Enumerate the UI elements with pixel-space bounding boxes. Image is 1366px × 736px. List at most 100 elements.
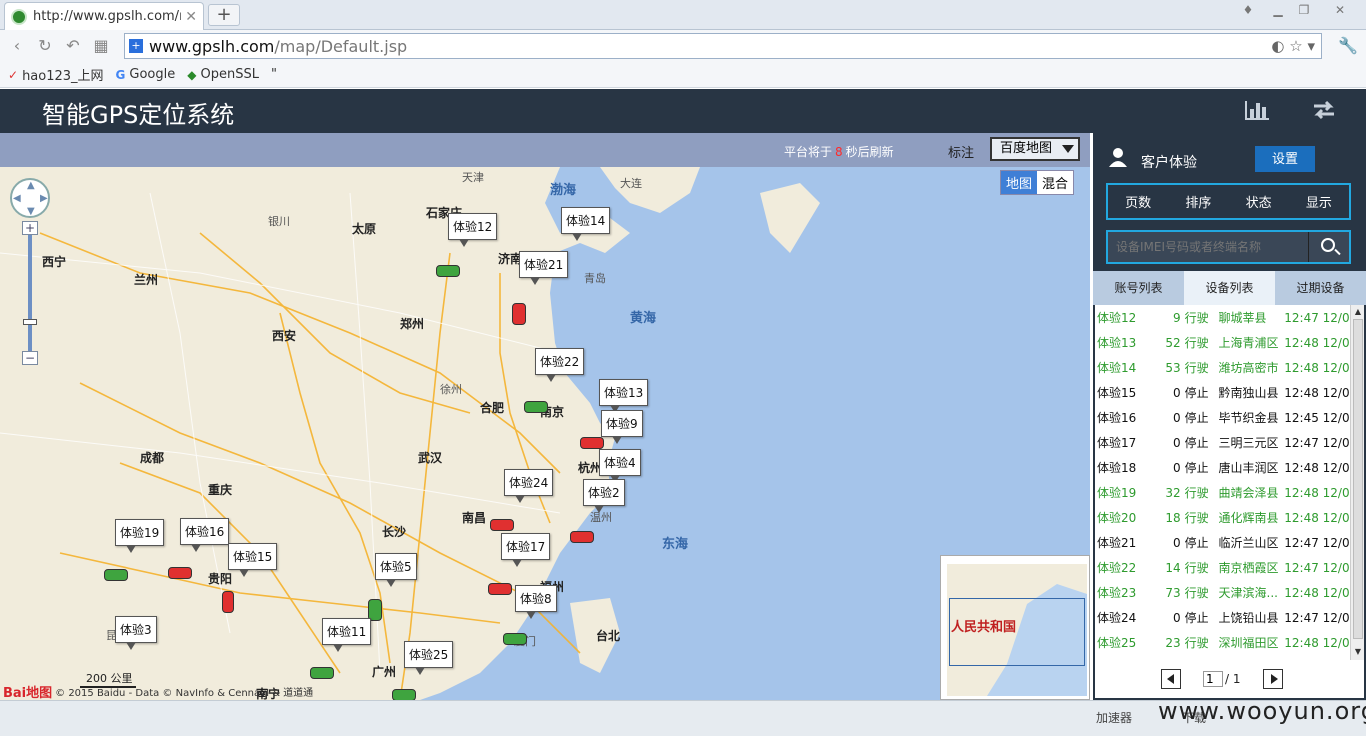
address-bar[interactable]: + www.gpslh.com /map/Default.jsp ◐ ☆ ▾ — [124, 33, 1322, 59]
vehicle-callout[interactable]: 体验25 — [404, 641, 454, 675]
vehicle-callout[interactable]: 体验16 — [180, 518, 230, 552]
vehicle-marker[interactable] — [436, 265, 460, 277]
scroll-down-icon[interactable]: ▼ — [1353, 647, 1363, 657]
menu-status[interactable]: 状态 — [1246, 192, 1272, 211]
vehicle-callout[interactable]: 体验19 — [115, 519, 165, 553]
vehicle-callout[interactable]: 体验22 — [535, 348, 585, 382]
map-provider-select[interactable]: 百度地图 — [990, 137, 1080, 161]
vehicle-marker[interactable] — [570, 531, 594, 543]
device-row[interactable]: 体验17 0 停止 三明三元区 12:47 12/0 — [1095, 430, 1350, 455]
device-row[interactable]: 体验15 0 停止 黔南独山县 12:48 12/0 — [1095, 380, 1350, 405]
tab-expired[interactable]: 过期设备 — [1275, 271, 1366, 305]
vehicle-marker[interactable] — [310, 667, 334, 679]
vehicle-callout[interactable]: 体验9 — [601, 410, 643, 444]
tab-accounts[interactable]: 账号列表 — [1093, 271, 1184, 305]
zoom-slider-track[interactable] — [28, 235, 32, 355]
menu-page-count[interactable]: 页数 — [1125, 192, 1151, 211]
bookmark-google[interactable]: G Google — [116, 67, 176, 82]
map-mode-button[interactable]: 地图 — [1001, 171, 1038, 194]
back-icon[interactable]: ‹ — [6, 35, 28, 57]
vehicle-callout[interactable]: 体验13 — [599, 379, 649, 413]
device-row[interactable]: 体验20 18 行驶 通化辉南县 12:48 12/0 — [1095, 505, 1350, 530]
hybrid-mode-button[interactable]: 混合 — [1037, 171, 1074, 194]
settings-button[interactable]: 设置 — [1255, 146, 1315, 172]
vehicle-callout[interactable]: 体验2 — [583, 479, 625, 513]
device-row[interactable]: 体验18 0 停止 唐山丰润区 12:48 12/0 — [1095, 455, 1350, 480]
pan-up-icon[interactable]: ▲ — [27, 180, 35, 191]
bookmark-openssl[interactable]: ◆ OpenSSL — [187, 67, 259, 82]
restore-icon[interactable]: ❐ — [1294, 3, 1314, 19]
device-location: 潍坊高密市 — [1218, 361, 1279, 375]
undo-icon[interactable]: ↶ — [62, 35, 84, 57]
next-page-button[interactable] — [1263, 669, 1283, 689]
device-row[interactable]: 体验13 52 行驶 上海青浦区 12:48 12/0 — [1095, 330, 1350, 355]
wrench-icon[interactable]: 🔧 — [1338, 36, 1358, 55]
device-row[interactable]: 体验24 0 停止 上饶铅山县 12:47 12/0 — [1095, 605, 1350, 630]
zoom-out-button[interactable]: − — [22, 351, 38, 365]
vehicle-marker[interactable] — [168, 567, 192, 579]
close-window-icon[interactable]: ✕ — [1330, 3, 1350, 19]
vehicle-marker[interactable] — [580, 437, 604, 449]
vehicle-marker[interactable] — [524, 401, 548, 413]
vehicle-marker[interactable] — [512, 303, 526, 325]
device-row[interactable]: 体验16 0 停止 毕节织金县 12:45 12/0 — [1095, 405, 1350, 430]
vehicle-callout[interactable]: 体验4 — [599, 449, 641, 483]
chart-icon[interactable] — [1244, 99, 1270, 127]
vehicle-marker[interactable] — [222, 591, 234, 613]
label-toggle[interactable]: 标注 — [948, 142, 974, 161]
vehicle-callout[interactable]: 体验11 — [322, 618, 372, 652]
bookmark-hao123[interactable]: ✓ hao123_上网 — [8, 65, 104, 85]
prev-page-button[interactable] — [1161, 669, 1181, 689]
browser-tab[interactable]: http://www.gpslh.com/ma ✕ — [4, 2, 204, 30]
city-label: 广州 — [372, 665, 397, 679]
menu-sort[interactable]: 排序 — [1185, 192, 1211, 211]
device-list-scrollbar[interactable]: ▲ ▼ — [1350, 305, 1364, 660]
pan-control[interactable]: ▲ ▼ ◀ ▶ — [10, 178, 50, 218]
device-row[interactable]: 体验25 23 行驶 深圳福田区 12:48 12/0 — [1095, 630, 1350, 655]
device-row[interactable]: 体验21 0 停止 临沂兰山区 12:47 12/0 — [1095, 530, 1350, 555]
device-search-input[interactable] — [1108, 232, 1308, 262]
vehicle-marker[interactable] — [488, 583, 512, 595]
page-number-input[interactable] — [1203, 671, 1223, 687]
close-tab-icon[interactable]: ✕ — [185, 9, 197, 25]
zoom-slider-handle[interactable] — [23, 319, 37, 325]
device-row[interactable]: 体验12 9 行驶 聊城莘县 12:47 12/0 — [1095, 305, 1350, 330]
address-actions-icon[interactable]: ◐ ☆ ▾ — [1271, 37, 1315, 55]
device-row[interactable]: 体验22 14 行驶 南京栖霞区 12:47 12/0 — [1095, 555, 1350, 580]
pan-down-icon[interactable]: ▼ — [27, 206, 35, 217]
menu-display[interactable]: 显示 — [1306, 192, 1332, 211]
pan-left-icon[interactable]: ◀ — [13, 193, 21, 204]
tab-devices[interactable]: 设备列表 — [1184, 271, 1275, 305]
vehicle-callout[interactable]: 体验3 — [115, 616, 157, 650]
new-tab-button[interactable]: + — [208, 4, 240, 26]
vehicle-callout[interactable]: 体验12 — [448, 213, 498, 247]
minimize-icon[interactable]: ▁ — [1268, 3, 1288, 19]
reload-icon[interactable]: ↻ — [34, 35, 56, 57]
scroll-thumb[interactable] — [1353, 319, 1363, 639]
vehicle-marker[interactable] — [490, 519, 514, 531]
scroll-up-icon[interactable]: ▲ — [1353, 307, 1363, 317]
vehicle-callout[interactable]: 体验17 — [501, 533, 551, 567]
vehicle-callout[interactable]: 体验15 — [228, 543, 278, 577]
swap-arrows-icon[interactable] — [1310, 99, 1338, 127]
pan-right-icon[interactable]: ▶ — [40, 193, 48, 204]
zoom-in-button[interactable]: + — [22, 221, 38, 235]
device-row[interactable]: 体验19 32 行驶 曲靖会泽县 12:48 12/0 — [1095, 480, 1350, 505]
grid-icon[interactable]: ▦ — [90, 35, 112, 57]
vehicle-marker[interactable] — [104, 569, 128, 581]
device-row[interactable]: 体验14 53 行驶 潍坊高密市 12:48 12/0 — [1095, 355, 1350, 380]
shirt-icon[interactable]: ♦ — [1238, 3, 1258, 19]
map-area[interactable]: 平台将于 8 秒后刷新 标注 百度地图 地图 混合 ▲ ▼ ◀ ▶ + − 渤海 黄… — [0, 133, 1090, 700]
vehicle-callout[interactable]: 体验24 — [504, 469, 554, 503]
search-button[interactable] — [1308, 232, 1349, 262]
minimap-label: 人民共和国 — [951, 620, 1017, 635]
device-row[interactable]: 体验23 73 行驶 天津滨海... 12:48 12/0 — [1095, 580, 1350, 605]
accelerator-label[interactable]: 加速器 — [1096, 709, 1132, 726]
vehicle-callout[interactable]: 体验14 — [561, 207, 611, 241]
vehicle-callout[interactable]: 体验8 — [515, 585, 557, 619]
bookmark-overflow[interactable]: " — [271, 67, 277, 82]
vehicle-callout[interactable]: 体验5 — [375, 553, 417, 587]
vehicle-callout[interactable]: 体验21 — [519, 251, 569, 285]
overview-minimap[interactable]: 人民共和国 — [940, 555, 1090, 700]
vehicle-marker[interactable] — [503, 633, 527, 645]
